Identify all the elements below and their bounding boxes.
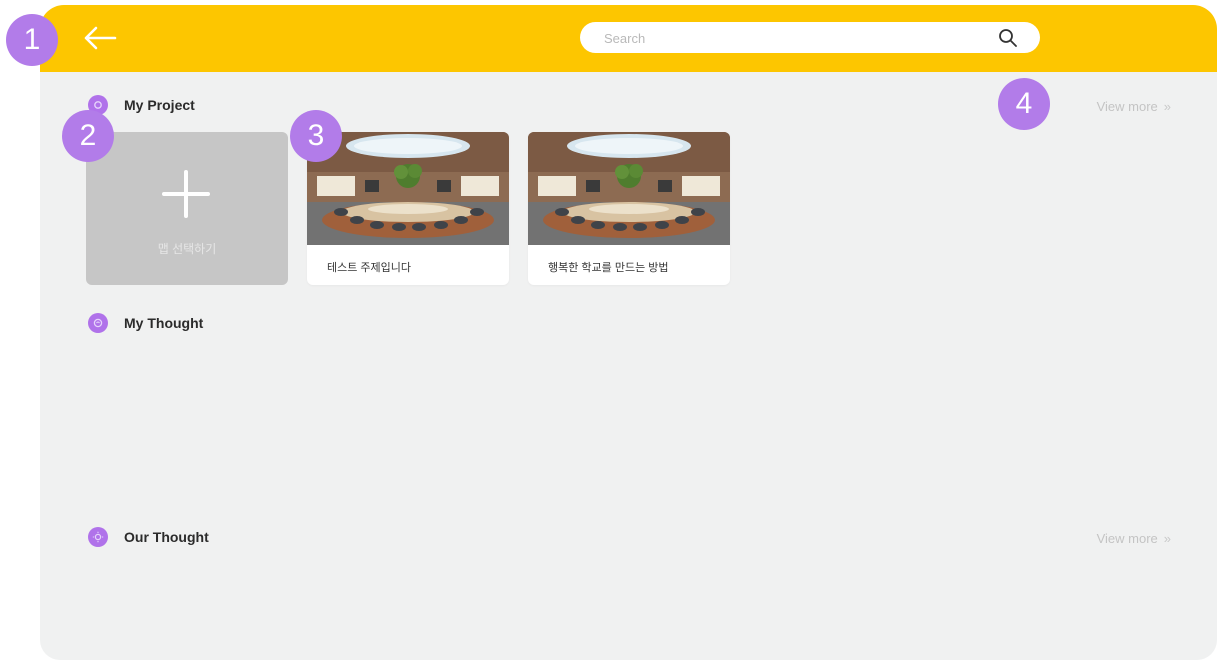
- section-my-thought: My Thought: [88, 313, 203, 333]
- callout-badge-1: 1: [6, 14, 58, 66]
- section-my-project: My Project: [88, 95, 195, 115]
- view-more-label: View more: [1096, 531, 1158, 546]
- search-bar: [580, 22, 1040, 55]
- view-more-label: View more: [1096, 99, 1158, 114]
- project-title: 행복한 학교를 만드는 방법: [548, 262, 669, 274]
- section-title-my-thought: My Thought: [124, 315, 204, 331]
- back-button[interactable]: [82, 21, 118, 55]
- view-more-my-project-link[interactable]: View more »: [1097, 99, 1171, 114]
- project-card-1[interactable]: 테스트 주제입니다: [307, 132, 509, 285]
- view-more-our-thought-link[interactable]: View more »: [1097, 531, 1171, 546]
- callout-badge-2: 2: [62, 110, 114, 162]
- search-icon[interactable]: [998, 28, 1018, 48]
- section-our-thought: Our Thought: [88, 527, 209, 547]
- project-card-2[interactable]: 행복한 학교를 만드는 방법: [528, 132, 730, 285]
- add-map-label: 맵 선택하기: [157, 242, 217, 256]
- double-chevron-right-icon: »: [1163, 99, 1171, 114]
- section-title-my-project: My Project: [124, 97, 195, 113]
- search-input[interactable]: [602, 22, 986, 55]
- arrow-left-icon: [84, 26, 117, 50]
- project-thumbnail-image: [528, 132, 730, 245]
- thought-section-icon: [88, 313, 108, 333]
- callout-badge-3: 3: [290, 110, 342, 162]
- lightbulb-icon: [88, 527, 108, 547]
- project-title: 테스트 주제입니다: [327, 262, 412, 274]
- plus-icon: [162, 170, 210, 218]
- add-map-card[interactable]: 맵 선택하기: [86, 132, 288, 285]
- double-chevron-right-icon: »: [1163, 531, 1171, 546]
- top-bar: [40, 5, 1217, 72]
- callout-badge-4: 4: [998, 78, 1050, 130]
- section-title-our-thought: Our Thought: [124, 529, 209, 545]
